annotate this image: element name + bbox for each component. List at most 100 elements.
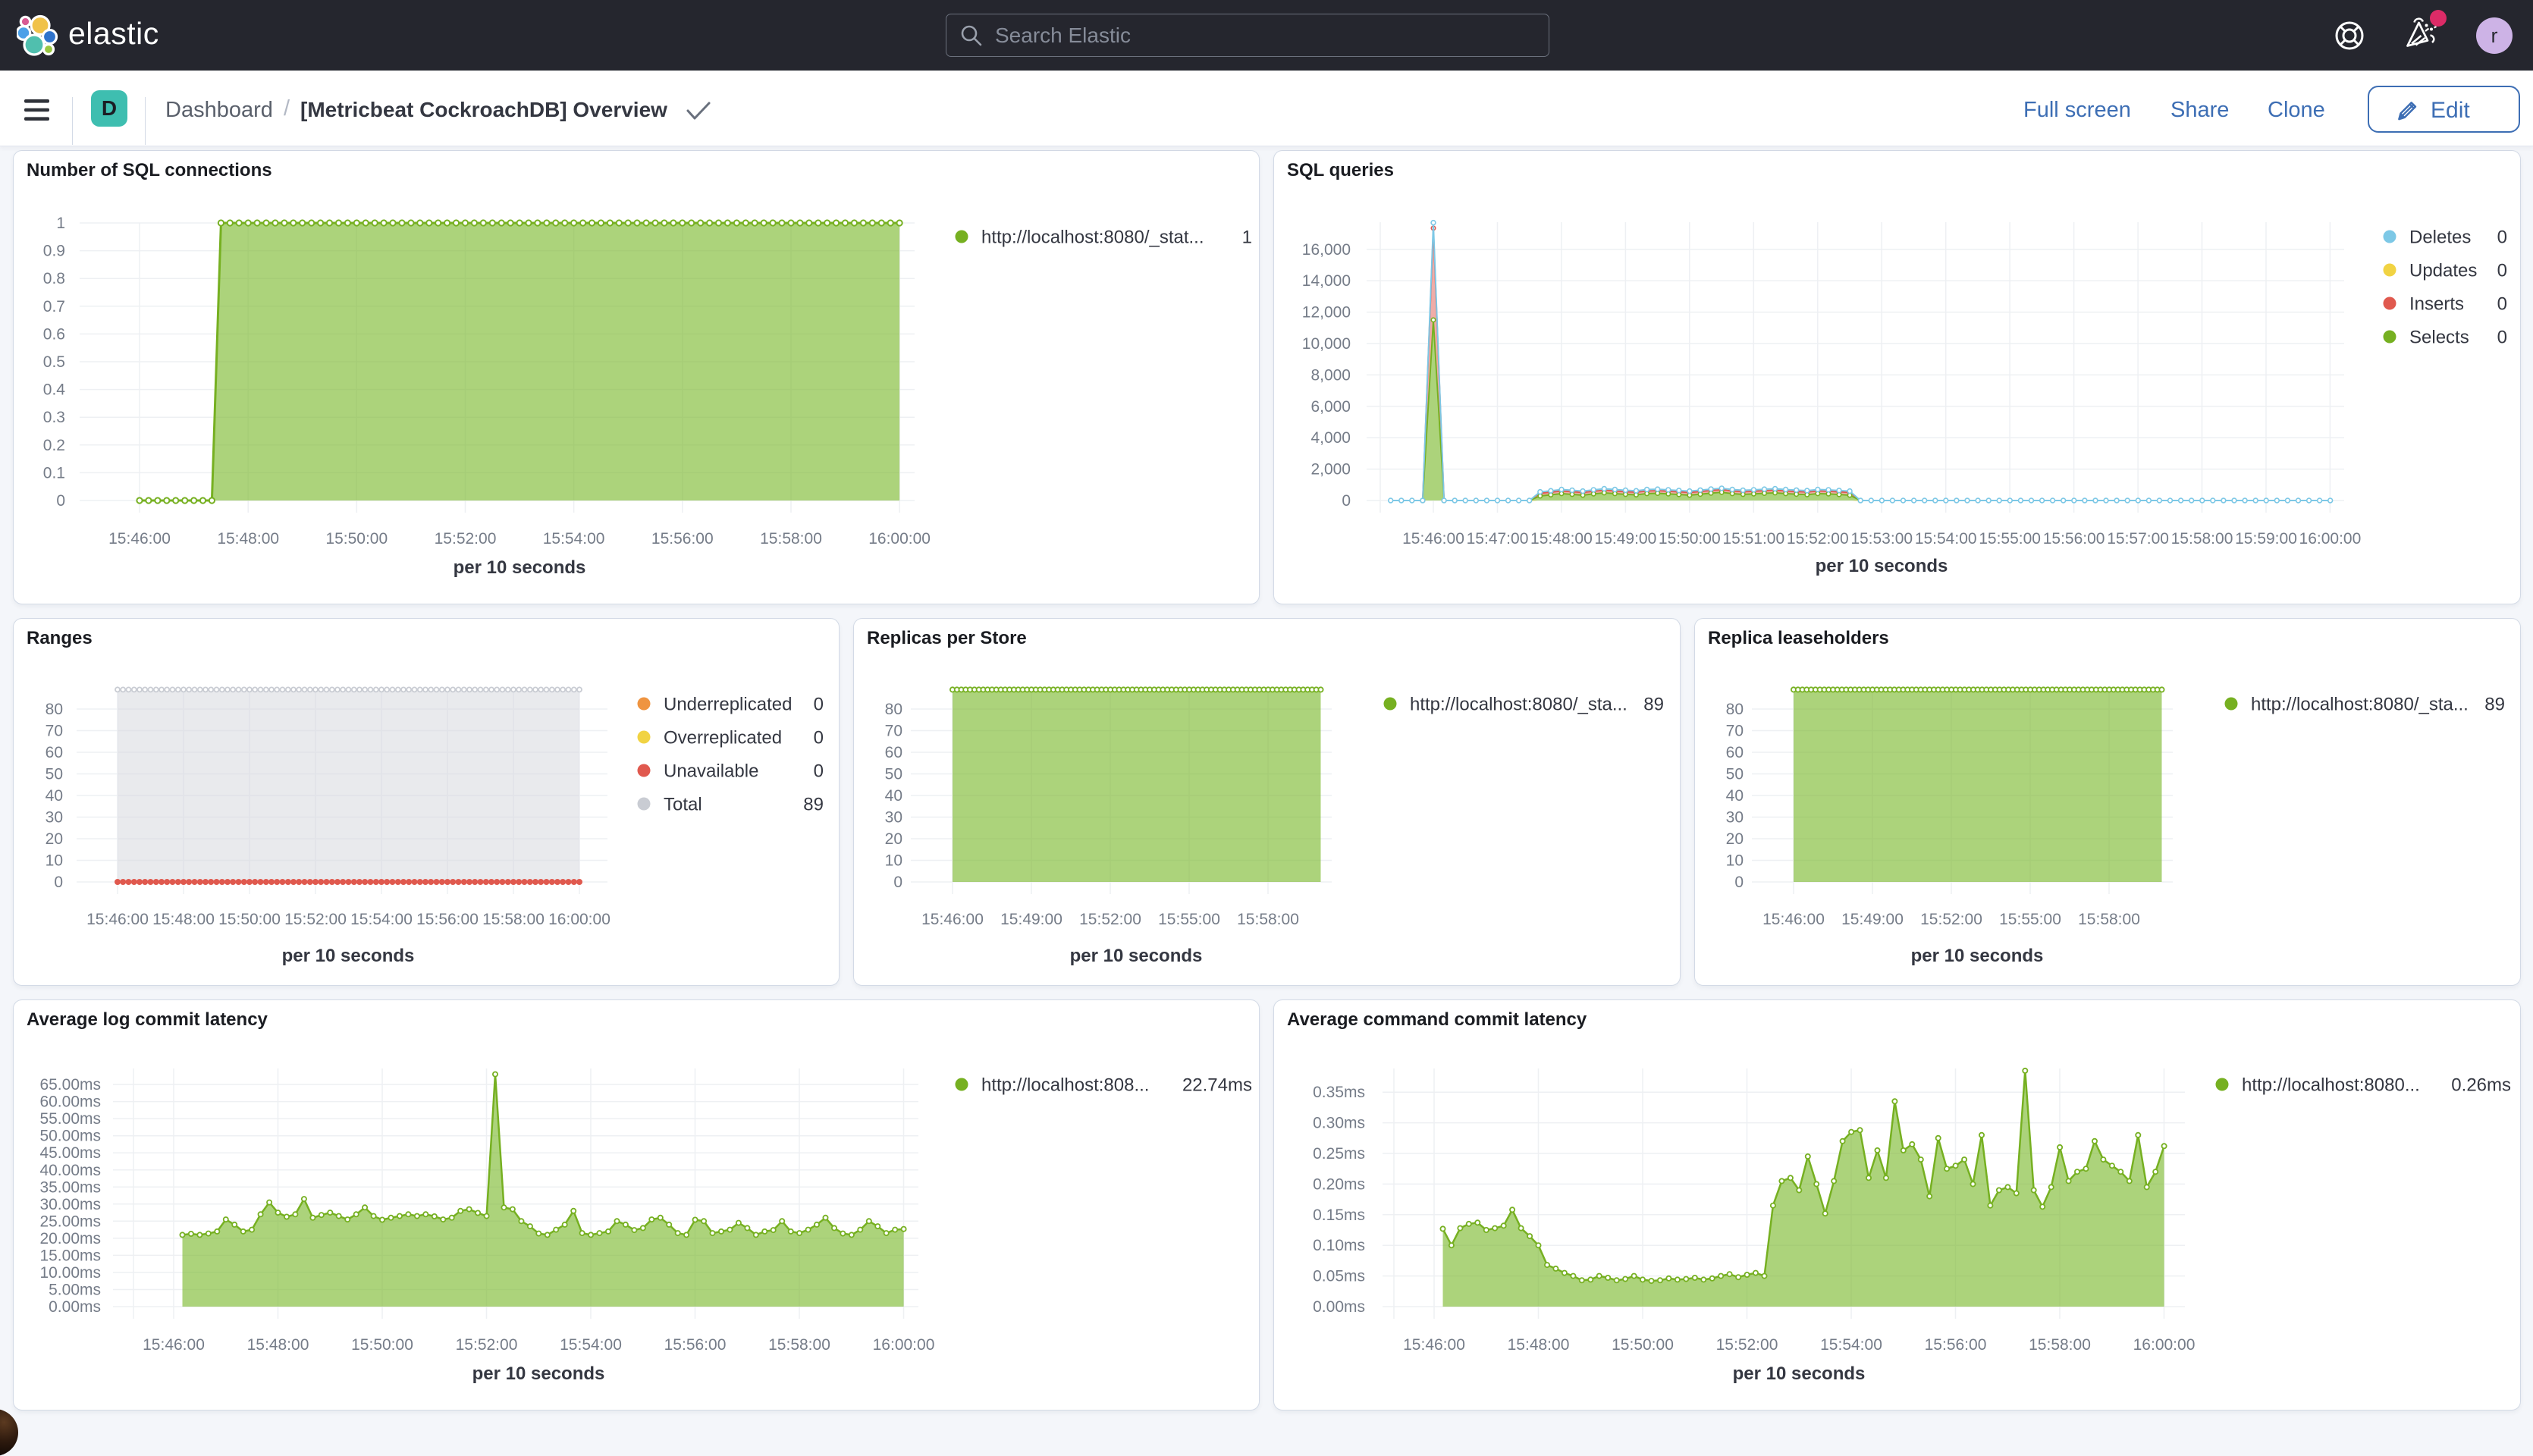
svg-text:0: 0 [2497,228,2507,248]
svg-text:16:00:00: 16:00:00 [2133,1336,2196,1354]
svg-text:15:50:00: 15:50:00 [1612,1336,1674,1354]
svg-text:0.15ms: 0.15ms [1313,1207,1365,1224]
svg-text:per 10 seconds: per 10 seconds [1733,1363,1866,1384]
svg-text:15:46:00: 15:46:00 [921,911,984,928]
svg-text:0.3: 0.3 [43,409,65,426]
svg-text:10: 10 [1726,852,1744,870]
svg-text:15:56:00: 15:56:00 [416,911,479,928]
svg-text:20.00ms: 20.00ms [39,1230,101,1247]
svg-text:0: 0 [893,874,902,891]
svg-text:8,000: 8,000 [1310,366,1351,384]
svg-text:6,000: 6,000 [1310,398,1351,416]
svg-text:80: 80 [1726,701,1744,718]
svg-text:per 10 seconds: per 10 seconds [282,946,415,966]
svg-text:16:00:00: 16:00:00 [2299,530,2362,548]
svg-text:15.00ms: 15.00ms [39,1247,101,1264]
svg-text:0.26ms: 0.26ms [2451,1075,2511,1096]
svg-text:30: 30 [46,809,63,827]
svg-text:2,000: 2,000 [1310,461,1351,479]
svg-text:0.1: 0.1 [43,464,65,482]
svg-text:15:50:00: 15:50:00 [218,911,281,928]
svg-text:0: 0 [2497,328,2507,348]
svg-text:Inserts: Inserts [2409,294,2464,315]
svg-text:16:00:00: 16:00:00 [868,530,931,548]
svg-text:http://localhost:8080/_sta...: http://localhost:8080/_sta... [2251,695,2469,715]
svg-text:15:56:00: 15:56:00 [664,1336,727,1354]
svg-text:15:52:00: 15:52:00 [435,530,497,548]
svg-text:0.30ms: 0.30ms [1313,1115,1365,1132]
svg-text:50.00ms: 50.00ms [39,1128,101,1145]
svg-text:30.00ms: 30.00ms [39,1196,101,1213]
svg-text:0.8: 0.8 [43,270,65,287]
svg-text:15:55:00: 15:55:00 [1979,530,2041,548]
svg-text:0.10ms: 0.10ms [1313,1237,1365,1254]
svg-text:20: 20 [1726,830,1744,848]
svg-text:55.00ms: 55.00ms [39,1110,101,1128]
svg-text:0.00ms: 0.00ms [1313,1298,1365,1316]
svg-text:http://localhost:8080...: http://localhost:8080... [2242,1075,2420,1096]
svg-text:60: 60 [46,744,63,761]
svg-text:4,000: 4,000 [1310,429,1351,447]
svg-text:16:00:00: 16:00:00 [873,1336,935,1354]
svg-text:Deletes: Deletes [2409,228,2471,248]
svg-text:0.20ms: 0.20ms [1313,1175,1365,1193]
svg-text:Unavailable: Unavailable [664,761,758,782]
svg-text:80: 80 [46,701,63,718]
svg-text:per 10 seconds: per 10 seconds [472,1363,605,1384]
svg-text:15:54:00: 15:54:00 [350,911,413,928]
svg-text:80: 80 [885,701,902,718]
svg-text:Updates: Updates [2409,261,2477,281]
svg-text:60: 60 [1726,744,1744,761]
svg-text:14,000: 14,000 [1302,272,1351,290]
svg-text:15:48:00: 15:48:00 [217,530,279,548]
svg-text:15:48:00: 15:48:00 [1530,530,1593,548]
svg-text:0: 0 [814,761,824,782]
svg-text:60: 60 [885,744,902,761]
svg-text:12,000: 12,000 [1302,304,1351,322]
svg-text:30: 30 [1726,809,1744,827]
svg-text:70: 70 [1726,723,1744,740]
svg-text:15:46:00: 15:46:00 [86,911,149,928]
svg-text:50: 50 [885,766,902,783]
svg-text:10: 10 [885,852,902,870]
svg-text:40: 40 [1726,787,1744,805]
svg-text:15:49:00: 15:49:00 [1595,530,1657,548]
svg-text:per 10 seconds: per 10 seconds [454,557,586,578]
svg-text:35.00ms: 35.00ms [39,1178,101,1196]
svg-text:15:56:00: 15:56:00 [651,530,714,548]
svg-text:0: 0 [54,874,63,891]
svg-text:89: 89 [2484,695,2505,715]
svg-text:30: 30 [885,809,902,827]
svg-text:Overreplicated: Overreplicated [664,728,782,748]
svg-text:15:52:00: 15:52:00 [1716,1336,1778,1354]
svg-text:1: 1 [1242,228,1252,248]
svg-text:15:52:00: 15:52:00 [284,911,347,928]
svg-text:15:49:00: 15:49:00 [1841,911,1904,928]
svg-text:15:55:00: 15:55:00 [1158,911,1220,928]
svg-text:0: 0 [2497,294,2507,315]
svg-text:15:55:00: 15:55:00 [1999,911,2061,928]
svg-text:http://localhost:8080/_stat...: http://localhost:8080/_stat... [981,228,1204,248]
svg-text:15:58:00: 15:58:00 [2171,530,2233,548]
svg-text:22.74ms: 22.74ms [1182,1075,1252,1096]
svg-text:15:46:00: 15:46:00 [1402,530,1464,548]
svg-text:50: 50 [46,766,63,783]
svg-text:15:48:00: 15:48:00 [1508,1336,1570,1354]
svg-text:0.5: 0.5 [43,353,65,371]
svg-text:10.00ms: 10.00ms [39,1264,101,1282]
svg-text:15:51:00: 15:51:00 [1722,530,1784,548]
svg-text:per 10 seconds: per 10 seconds [1816,556,1948,576]
svg-text:0: 0 [56,492,65,510]
svg-text:15:46:00: 15:46:00 [1762,911,1825,928]
svg-text:0.2: 0.2 [43,437,65,454]
svg-text:15:58:00: 15:58:00 [760,530,822,548]
svg-text:40: 40 [46,787,63,805]
svg-text:65.00ms: 65.00ms [39,1076,101,1094]
svg-text:15:46:00: 15:46:00 [1403,1336,1465,1354]
svg-text:15:48:00: 15:48:00 [247,1336,309,1354]
svg-text:5.00ms: 5.00ms [49,1282,101,1299]
svg-text:15:57:00: 15:57:00 [2107,530,2169,548]
svg-text:15:52:00: 15:52:00 [456,1336,518,1354]
svg-text:15:54:00: 15:54:00 [1915,530,1977,548]
svg-text:http://localhost:8080/_sta...: http://localhost:8080/_sta... [1410,695,1627,715]
